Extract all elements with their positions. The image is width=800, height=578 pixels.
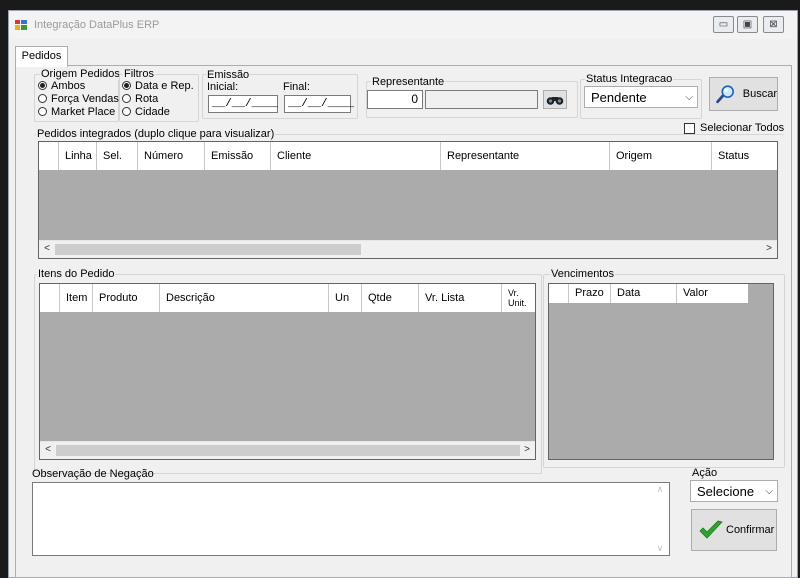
- itens-hscrollbar[interactable]: < >: [40, 441, 535, 459]
- buscar-label: Buscar: [742, 88, 777, 100]
- vencimentos-grid[interactable]: Prazo Data Valor: [548, 283, 774, 460]
- col-valor[interactable]: Valor: [677, 284, 748, 303]
- vencimentos-title: Vencimentos: [550, 268, 615, 280]
- final-label: Final:: [283, 81, 310, 93]
- col-prazo[interactable]: Prazo: [569, 284, 611, 303]
- origem-options: Ambos Força Vendas Market Place: [38, 79, 119, 118]
- observacao-label: Observação de Negação: [32, 468, 154, 480]
- status-selected: Pendente: [591, 89, 647, 105]
- status-select[interactable]: Pendente ⌵: [584, 86, 698, 108]
- radio-label: Força Vendas: [51, 92, 119, 105]
- col-numero[interactable]: Número: [138, 142, 205, 170]
- row-header-col: [549, 284, 569, 303]
- minimize-button[interactable]: ▭: [713, 16, 734, 33]
- emissao-title: Emissão: [206, 69, 251, 81]
- radio-cidade[interactable]: Cidade: [122, 105, 194, 118]
- col-descricao[interactable]: Descrição: [160, 284, 329, 312]
- tab-page-pedidos: Origem Pedidos Ambos Força Vendas Market…: [15, 65, 792, 578]
- radio-label: Ambos: [51, 79, 86, 92]
- acao-label: Ação: [692, 467, 718, 479]
- radio-label: Data e Rep.: [135, 79, 194, 92]
- radio-ambos[interactable]: Ambos: [38, 79, 119, 92]
- scroll-left-icon[interactable]: <: [39, 241, 55, 258]
- col-emissao[interactable]: Emissão: [205, 142, 271, 170]
- radio-indicator: [122, 81, 131, 90]
- filtros-options: Data e Rep. Rota Cidade: [122, 79, 194, 118]
- scroll-up-icon[interactable]: ∧: [652, 484, 668, 495]
- radio-indicator: [38, 94, 47, 103]
- col-item[interactable]: Item: [60, 284, 93, 312]
- col-produto[interactable]: Produto: [93, 284, 160, 312]
- pedidos-grid[interactable]: Linha Sel. Número Emissão Cliente Repres…: [38, 141, 778, 259]
- title-bar: Integração DataPlus ERP ▭ ▣ ⊠: [9, 11, 797, 39]
- chevron-down-icon: ⌵: [685, 91, 693, 103]
- pedidos-hscrollbar[interactable]: < >: [39, 240, 777, 258]
- observacao-vscrollbar[interactable]: ∧ ∨: [652, 484, 668, 554]
- radio-market-place[interactable]: Market Place: [38, 105, 119, 118]
- acao-select[interactable]: Selecione ⌵: [690, 480, 778, 502]
- close-button[interactable]: ⊠: [763, 16, 784, 33]
- col-origem[interactable]: Origem: [610, 142, 712, 170]
- itens-title: Itens do Pedido: [37, 268, 116, 280]
- radio-rota[interactable]: Rota: [122, 92, 194, 105]
- chevron-down-icon: ⌵: [765, 485, 773, 497]
- scroll-down-icon[interactable]: ∨: [652, 543, 668, 554]
- pedidos-grid-header: Linha Sel. Número Emissão Cliente Repres…: [39, 142, 777, 170]
- checkbox-box: [684, 122, 695, 134]
- representante-code-input[interactable]: 0: [367, 90, 423, 109]
- status-title: Status Integracao: [585, 73, 674, 85]
- representante-name-field: [425, 90, 538, 109]
- radio-label: Cidade: [135, 105, 170, 118]
- main-window: Integração DataPlus ERP ▭ ▣ ⊠ Pedidos Or…: [8, 10, 798, 578]
- app-icon: [15, 20, 27, 30]
- checkmark-icon: [699, 520, 723, 539]
- row-header-col: [40, 284, 60, 312]
- col-data[interactable]: Data: [611, 284, 677, 303]
- selecionar-todos-label: Selecionar Todos: [700, 122, 785, 134]
- pedidos-title: Pedidos integrados (duplo clique para vi…: [36, 128, 276, 140]
- itens-grid[interactable]: Item Produto Descrição Un Qtde Vr. Lista…: [39, 283, 536, 460]
- radio-indicator: [122, 94, 131, 103]
- confirmar-label: Confirmar: [726, 524, 775, 536]
- radio-data-rep[interactable]: Data e Rep.: [122, 79, 194, 92]
- binoculars-icon: [546, 96, 564, 105]
- vencimentos-grid-header: Prazo Data Valor: [549, 284, 748, 303]
- representante-title: Representante: [371, 76, 446, 88]
- scroll-right-icon[interactable]: >: [519, 442, 535, 459]
- scroll-thumb[interactable]: [55, 244, 361, 255]
- radio-forca-vendas[interactable]: Força Vendas: [38, 92, 119, 105]
- col-status[interactable]: Status: [712, 142, 777, 170]
- col-sel[interactable]: Sel.: [97, 142, 138, 170]
- radio-indicator: [122, 107, 131, 116]
- col-qtde[interactable]: Qtde: [362, 284, 419, 312]
- tab-pedidos[interactable]: Pedidos: [15, 46, 68, 67]
- radio-label: Rota: [135, 92, 159, 105]
- data-inicial-input[interactable]: __/__/____: [208, 95, 278, 113]
- col-un[interactable]: Un: [329, 284, 362, 312]
- radio-indicator: [38, 81, 47, 90]
- selecionar-todos-checkbox[interactable]: Selecionar Todos: [684, 122, 784, 134]
- col-vr-unit[interactable]: Vr. Unit.: [502, 284, 535, 312]
- col-linha[interactable]: Linha: [59, 142, 97, 170]
- acao-selected: Selecione: [697, 483, 755, 499]
- itens-grid-header: Item Produto Descrição Un Qtde Vr. Lista…: [40, 284, 535, 312]
- radio-indicator: [38, 107, 47, 116]
- row-header-col: [39, 142, 59, 170]
- col-representante[interactable]: Representante: [441, 142, 610, 170]
- observacao-textarea[interactable]: [32, 482, 670, 556]
- window-title: Integração DataPlus ERP: [34, 19, 160, 31]
- scroll-left-icon[interactable]: <: [40, 442, 56, 459]
- data-final-input[interactable]: __/__/____: [284, 95, 354, 113]
- search-representante-button[interactable]: [543, 90, 567, 109]
- magnifier-icon: [716, 85, 734, 104]
- confirmar-button[interactable]: Confirmar: [691, 509, 777, 551]
- scroll-right-icon[interactable]: >: [761, 241, 777, 258]
- maximize-button[interactable]: ▣: [737, 16, 758, 33]
- scroll-thumb[interactable]: [56, 445, 520, 456]
- buscar-button[interactable]: Buscar: [709, 77, 778, 111]
- inicial-label: Inicial:: [207, 81, 239, 93]
- col-vr-lista[interactable]: Vr. Lista: [419, 284, 502, 312]
- radio-label: Market Place: [51, 105, 116, 118]
- col-cliente[interactable]: Cliente: [271, 142, 441, 170]
